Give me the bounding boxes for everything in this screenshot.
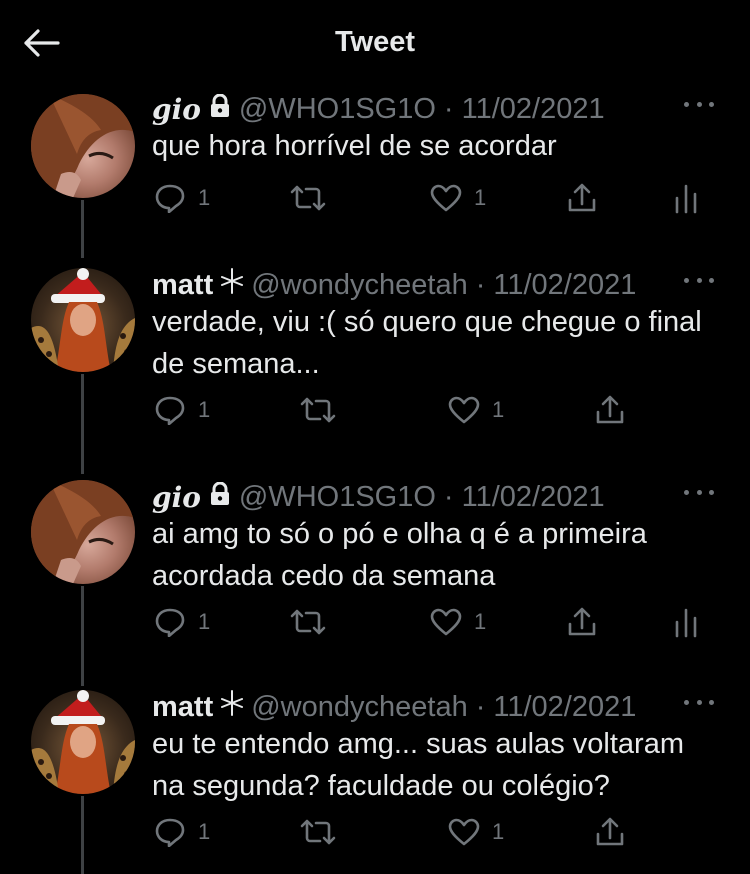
user-handle[interactable]: @wondycheetah (251, 269, 467, 302)
tweet[interactable]: gio @WHO1SG1O · 11/02/2021 que hora horr… (0, 88, 750, 228)
share-button[interactable] (594, 390, 626, 430)
analytics-icon (674, 182, 698, 214)
tweet-text: eu te entendo amg... suas aulas voltaram… (152, 728, 684, 802)
display-name[interactable]: matt (152, 269, 213, 302)
tweet-date[interactable]: 11/02/2021 (493, 691, 636, 724)
display-name[interactable]: gio (152, 93, 201, 126)
tweet[interactable]: matt @wondycheetah · 11/02/2021 eu te en… (0, 686, 750, 874)
tweet-actions: 1 1 (0, 178, 750, 218)
reply-count: 1 (198, 609, 211, 634)
sparkle-star-icon (221, 690, 244, 724)
retweet-button[interactable] (290, 602, 326, 642)
reply-icon (154, 183, 186, 213)
retweet-button[interactable] (290, 178, 326, 218)
like-button[interactable]: 1 (430, 178, 486, 218)
retweet-icon (290, 608, 326, 636)
display-name[interactable]: matt (152, 691, 213, 724)
separator: · (475, 690, 486, 723)
sparkle-star-icon (221, 268, 244, 302)
reply-button[interactable]: 1 (154, 602, 210, 642)
reply-button[interactable]: 1 (154, 390, 210, 430)
more-options-button[interactable] (684, 268, 714, 292)
like-count: 1 (474, 609, 487, 634)
lock-icon (209, 481, 231, 514)
user-handle[interactable]: @WHO1SG1O (239, 93, 436, 126)
tweet-date[interactable]: 11/02/2021 (493, 269, 636, 302)
tweet-meta: gio @WHO1SG1O · 11/02/2021 (152, 91, 605, 127)
more-options-button[interactable] (684, 480, 714, 504)
retweet-icon (300, 396, 336, 424)
tweet-actions: 1 1 (0, 390, 750, 430)
page-title: Tweet (334, 26, 416, 58)
reply-count: 1 (198, 185, 211, 210)
tweet-actions: 1 1 (0, 812, 750, 852)
avatar[interactable] (31, 268, 135, 372)
like-count: 1 (492, 397, 505, 422)
reply-button[interactable]: 1 (154, 178, 210, 218)
heart-icon (448, 396, 480, 424)
user-handle[interactable]: @wondycheetah (251, 691, 467, 724)
reply-icon (154, 817, 186, 847)
share-button[interactable] (566, 602, 598, 642)
share-button[interactable] (566, 178, 598, 218)
tweet-date[interactable]: 11/02/2021 (462, 93, 605, 126)
heart-icon (430, 608, 462, 636)
reply-icon (154, 395, 186, 425)
retweet-icon (290, 184, 326, 212)
heart-icon (448, 818, 480, 846)
more-options-button[interactable] (684, 92, 714, 116)
tweet-text: que hora horrível de se acordar (152, 130, 557, 162)
share-icon (594, 816, 626, 848)
more-options-button[interactable] (684, 690, 714, 714)
analytics-icon (674, 606, 698, 638)
tweet-text: verdade, viu :( só quero que chegue o fi… (152, 306, 702, 380)
user-handle[interactable]: @WHO1SG1O (239, 481, 436, 514)
tweet-date[interactable]: 11/02/2021 (462, 481, 605, 514)
like-button[interactable]: 1 (448, 812, 504, 852)
separator: · (443, 480, 454, 513)
share-button[interactable] (594, 812, 626, 852)
display-name[interactable]: gio (152, 481, 201, 514)
tweet-meta: matt @wondycheetah · 11/02/2021 (152, 689, 636, 725)
separator: · (475, 268, 486, 301)
reply-count: 1 (198, 819, 211, 844)
tweet[interactable]: matt @wondycheetah · 11/02/2021 verdade,… (0, 264, 750, 444)
tweet[interactable]: gio @WHO1SG1O · 11/02/2021 ai amg to só … (0, 476, 750, 656)
retweet-icon (300, 818, 336, 846)
analytics-button[interactable] (674, 602, 698, 642)
analytics-button[interactable] (674, 178, 698, 218)
avatar[interactable] (31, 690, 135, 794)
separator: · (443, 92, 454, 125)
like-count: 1 (474, 185, 487, 210)
top-bar: Tweet (0, 0, 750, 92)
like-button[interactable]: 1 (448, 390, 504, 430)
tweet-actions: 1 1 (0, 602, 750, 642)
like-button[interactable]: 1 (430, 602, 486, 642)
retweet-button[interactable] (300, 812, 336, 852)
reply-button[interactable]: 1 (154, 812, 210, 852)
retweet-button[interactable] (300, 390, 336, 430)
share-icon (594, 394, 626, 426)
tweet-meta: gio @WHO1SG1O · 11/02/2021 (152, 479, 605, 515)
reply-count: 1 (198, 397, 211, 422)
avatar[interactable] (31, 480, 135, 584)
lock-icon (209, 93, 231, 126)
like-count: 1 (492, 819, 505, 844)
heart-icon (430, 184, 462, 212)
reply-icon (154, 607, 186, 637)
share-icon (566, 182, 598, 214)
tweet-text: ai amg to só o pó e olha q é a primeira … (152, 518, 647, 592)
tweet-meta: matt @wondycheetah · 11/02/2021 (152, 267, 636, 303)
share-icon (566, 606, 598, 638)
